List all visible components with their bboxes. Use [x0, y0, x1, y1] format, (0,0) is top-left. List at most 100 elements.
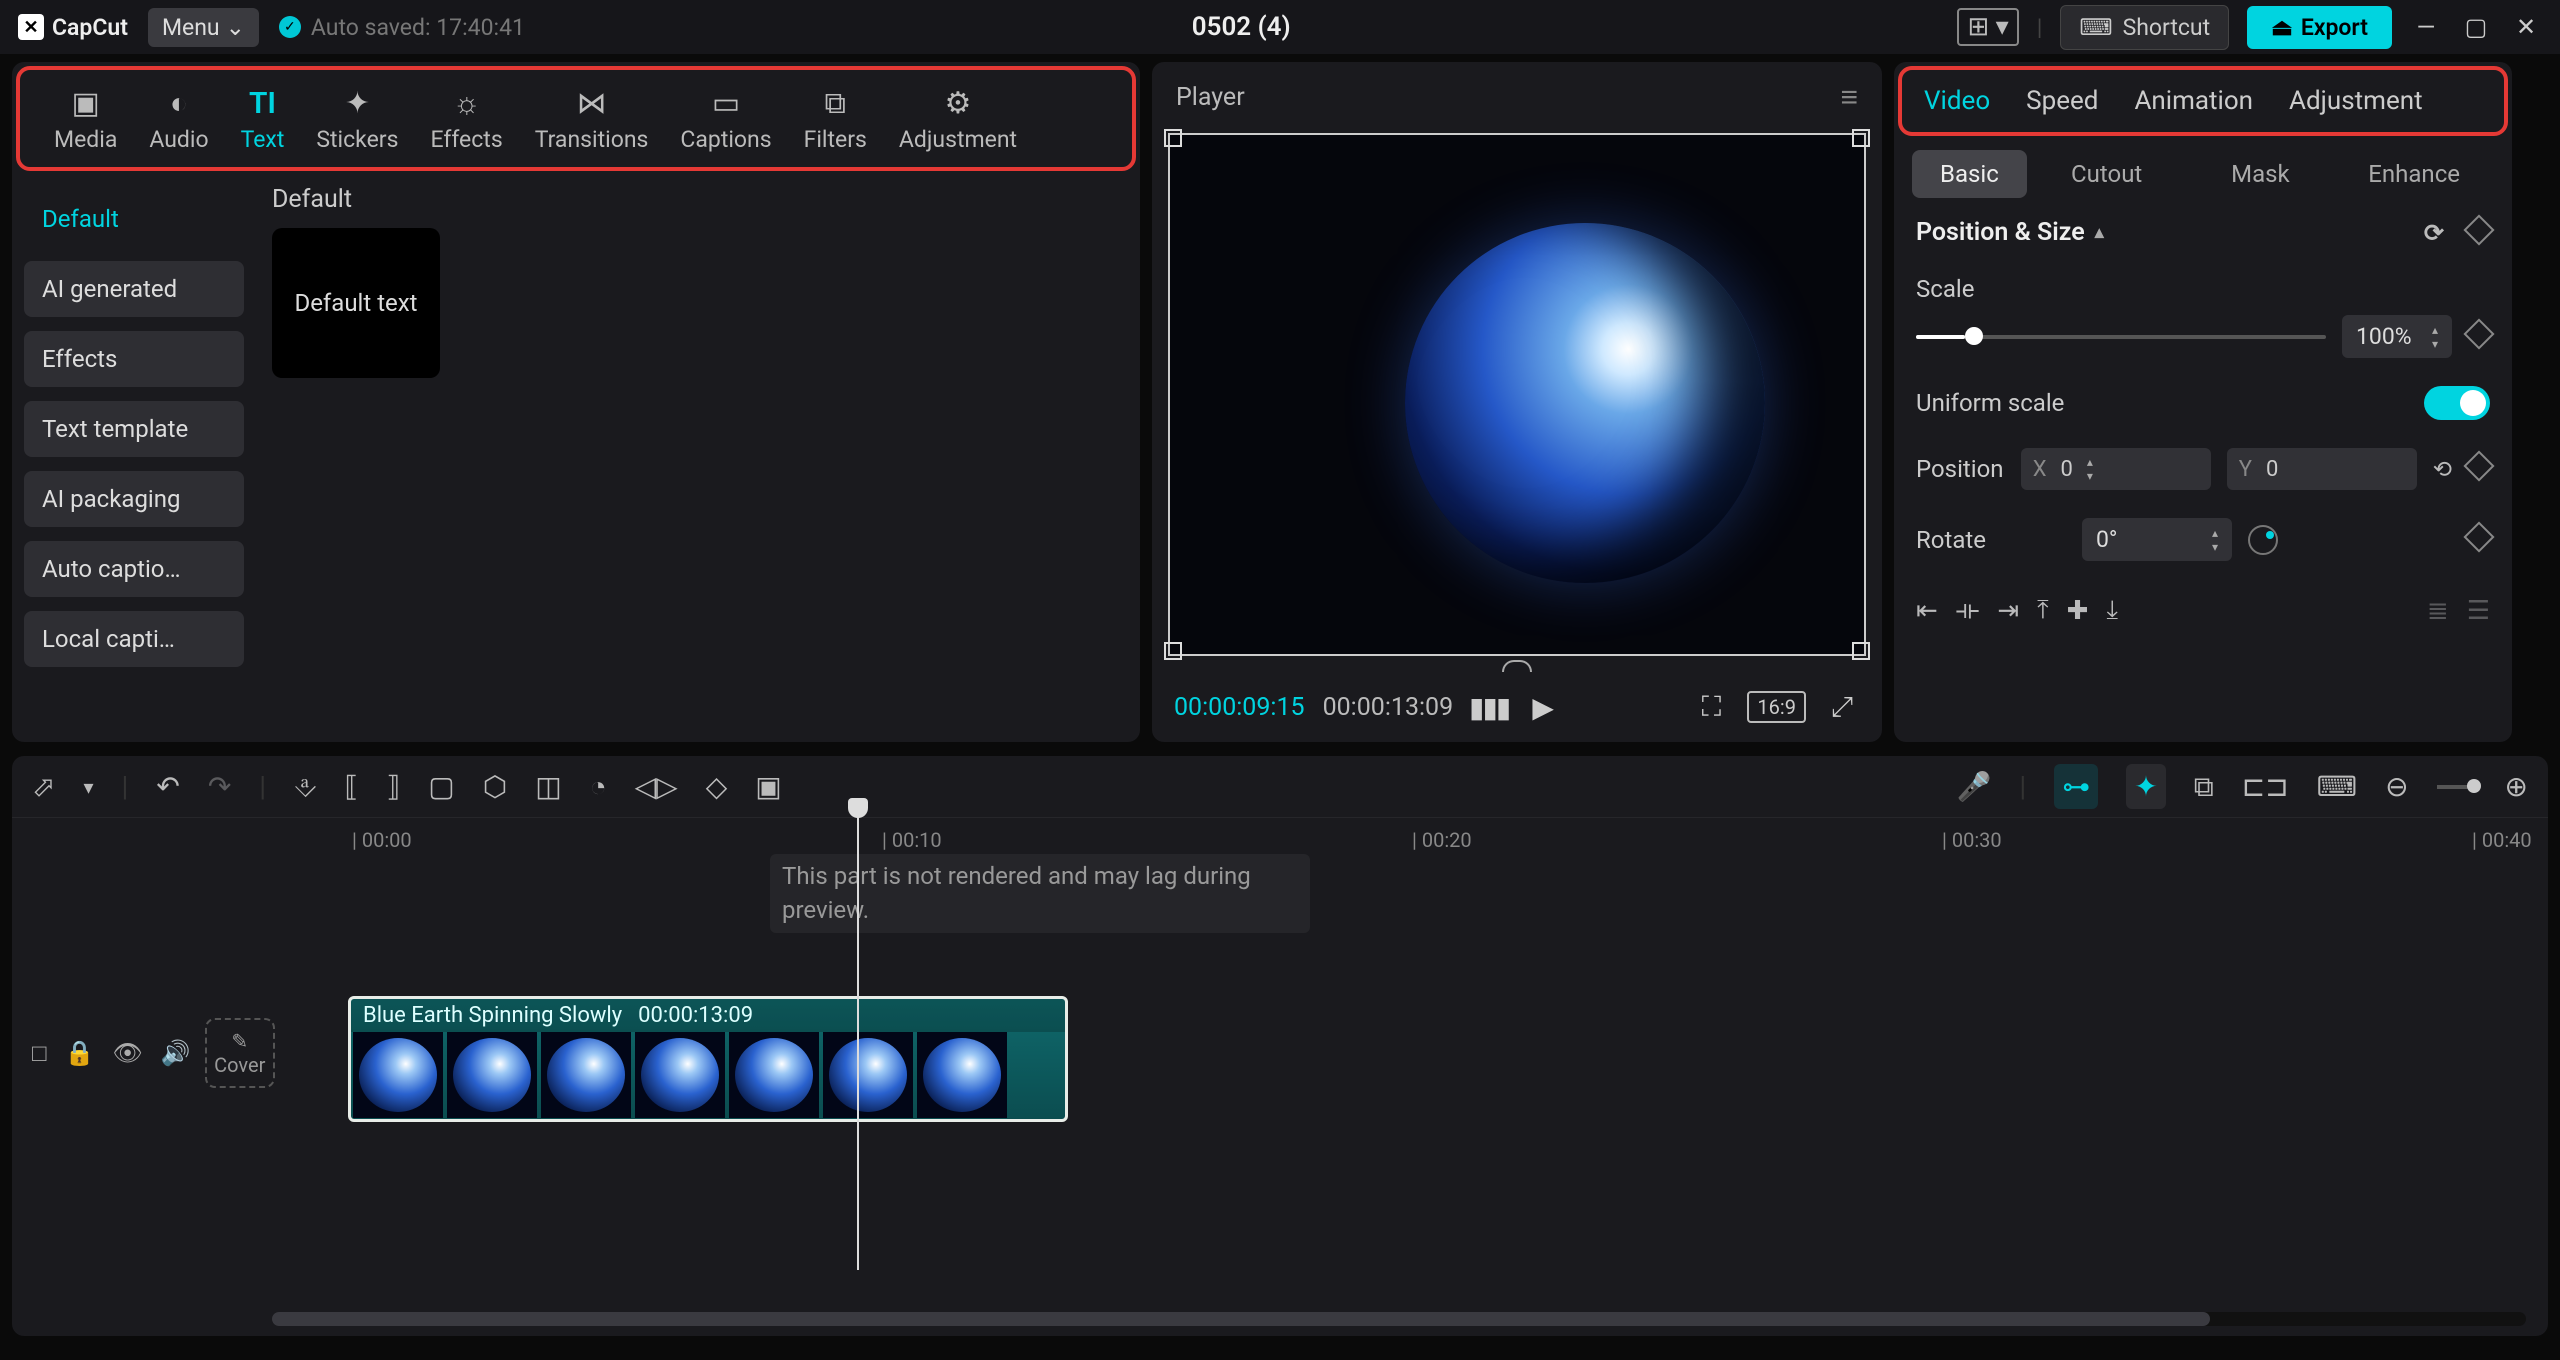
side-item-ai-packaging[interactable]: AI packaging: [24, 471, 244, 527]
link-icon[interactable]: ⧉: [2194, 770, 2214, 804]
scale-slider[interactable]: [1916, 335, 2326, 339]
position-x-input[interactable]: X 0 ▴▾: [2021, 448, 2211, 490]
selection-handle-icon[interactable]: [1164, 129, 1182, 147]
section-position-size[interactable]: Position & Size ▴ ⟳: [1916, 218, 2490, 247]
asset-default-text[interactable]: Default text: [272, 228, 440, 378]
redo-button[interactable]: ↷: [208, 770, 231, 803]
selection-handle-icon[interactable]: [1852, 642, 1870, 660]
window-minimize-button[interactable]: —: [2410, 11, 2442, 43]
side-item-ai-generated[interactable]: AI generated: [24, 261, 244, 317]
auto-snap-toggle[interactable]: ✦: [2126, 764, 2165, 809]
position-reset-icon[interactable]: ⟲: [2433, 456, 2452, 483]
side-item-local-captions[interactable]: Local capti…: [24, 611, 244, 667]
window-close-button[interactable]: ✕: [2510, 11, 2542, 43]
rotate-input[interactable]: 0° ▴▾: [2082, 518, 2232, 561]
align-center-h-icon[interactable]: ⟛: [1956, 595, 1980, 626]
align-bottom-icon[interactable]: ⤓: [2106, 595, 2118, 626]
visibility-icon[interactable]: 👁: [112, 1039, 142, 1067]
lock-track-icon[interactable]: 🔒: [65, 1039, 95, 1067]
zoom-slider[interactable]: [2437, 785, 2477, 789]
timeline-scrollbar[interactable]: [272, 1312, 2526, 1326]
tool-tab-transitions[interactable]: ⋈ Transitions: [519, 82, 665, 157]
selection-handle-icon[interactable]: [1852, 129, 1870, 147]
tool-tab-stickers[interactable]: ✦ Stickers: [300, 82, 414, 157]
mute-icon[interactable]: 🔊: [161, 1039, 191, 1067]
play-button[interactable]: ▶: [1525, 691, 1561, 724]
timeline-body[interactable]: This part is not rendered and may lag du…: [12, 858, 2548, 1336]
subtab-enhance[interactable]: Enhance: [2340, 150, 2488, 198]
mark-icon[interactable]: ⌨: [2317, 770, 2357, 803]
timeline-ruler[interactable]: | 00:00 | 00:10 | 00:20 | 00:30 | 00:40: [12, 818, 2548, 858]
layout-icon[interactable]: ⊞ ▾: [1957, 8, 2018, 46]
frame-icon[interactable]: ▣: [755, 770, 781, 803]
shortcut-button[interactable]: ⌨ Shortcut: [2060, 5, 2229, 50]
player-canvas[interactable]: [1168, 133, 1866, 656]
expand-tracks-icon[interactable]: □: [32, 1039, 47, 1068]
tool-tab-audio[interactable]: ◐ Audio: [133, 82, 224, 157]
keyframe-icon[interactable]: [2468, 323, 2490, 351]
undo-button[interactable]: ↶: [156, 770, 179, 803]
cursor-tool-icon[interactable]: ⬀: [32, 770, 55, 803]
timeline-clip[interactable]: Blue Earth Spinning Slowly 00:00:13:09: [348, 996, 1068, 1122]
prop-tab-adjustment[interactable]: Adjustment: [2289, 86, 2423, 116]
fullscreen-icon[interactable]: ⤢: [1824, 690, 1860, 724]
tool-tab-text[interactable]: TI Text: [225, 82, 301, 157]
prop-tab-animation[interactable]: Animation: [2134, 86, 2253, 116]
tool-tab-adjustment[interactable]: ⚙ Adjustment: [883, 82, 1033, 157]
side-item-auto-captions[interactable]: Auto captio…: [24, 541, 244, 597]
shield-icon[interactable]: ⬡: [483, 770, 507, 803]
preview-icon[interactable]: ⊏⊐: [2242, 770, 2289, 803]
magnetic-toggle[interactable]: ⊶: [2054, 764, 2098, 809]
keyframe-section-icon[interactable]: [2468, 219, 2490, 247]
prop-tab-speed[interactable]: Speed: [2026, 86, 2098, 116]
playhead[interactable]: [857, 810, 859, 1270]
scale-value[interactable]: 100% ▴▾: [2342, 315, 2452, 358]
stepper-icon[interactable]: ▴▾: [2212, 527, 2218, 553]
align-left-icon[interactable]: ⇤: [1916, 596, 1938, 626]
mirror-icon[interactable]: ◁▷: [635, 770, 678, 803]
crop-icon[interactable]: ◫: [535, 770, 561, 803]
prop-tab-video[interactable]: Video: [1924, 86, 1990, 116]
subtab-basic[interactable]: Basic: [1912, 150, 2027, 198]
zoom-out-icon[interactable]: ⊖: [2385, 770, 2408, 803]
tool-tab-media[interactable]: ▣ Media: [38, 82, 133, 157]
keyframe-icon[interactable]: [2468, 455, 2490, 483]
aspect-ratio[interactable]: 16:9: [1747, 691, 1806, 723]
chevron-down-icon[interactable]: ▾: [83, 775, 93, 799]
align-center-v-icon[interactable]: ✚: [2067, 596, 2089, 626]
keyframe-icon[interactable]: [2468, 526, 2490, 554]
rotate-dial-icon[interactable]: [2248, 525, 2278, 555]
subtab-mask[interactable]: Mask: [2187, 150, 2335, 198]
quality-icon[interactable]: ▮▮▮: [1471, 691, 1507, 724]
rotate-icon[interactable]: ◇: [706, 770, 728, 803]
align-top-icon[interactable]: ⤒: [2037, 595, 2049, 626]
menu-button[interactable]: Menu ⌄: [148, 8, 259, 47]
split-icon[interactable]: ⎀: [294, 770, 316, 804]
align-right-icon[interactable]: ⇥: [1997, 596, 2019, 626]
tool-tab-captions[interactable]: ▭ Captions: [664, 82, 787, 157]
uniform-scale-toggle[interactable]: [2424, 386, 2490, 420]
trim-right-icon[interactable]: ⟧: [386, 770, 400, 803]
position-y-input[interactable]: Y 0 ▴▾: [2227, 448, 2417, 490]
trim-left-icon[interactable]: ⟦: [345, 770, 359, 803]
speed-icon[interactable]: ◔: [590, 770, 607, 803]
zoom-in-icon[interactable]: ⊕: [2505, 770, 2528, 803]
stepper-icon[interactable]: ▴▾: [2087, 456, 2093, 482]
player-menu-icon[interactable]: ≡: [1840, 80, 1858, 115]
stepper-icon[interactable]: ▴▾: [2432, 324, 2438, 350]
tool-tab-filters[interactable]: ⧉ Filters: [788, 82, 883, 157]
cover-button[interactable]: ✎ Cover: [205, 1018, 275, 1088]
player-panel-drag[interactable]: [1152, 656, 1882, 676]
reset-icon[interactable]: ⟳: [2424, 219, 2444, 247]
playhead-handle-icon[interactable]: [848, 798, 868, 818]
tool-tab-effects[interactable]: ☼ Effects: [414, 82, 518, 157]
subtab-cutout[interactable]: Cutout: [2033, 150, 2181, 198]
side-item-effects[interactable]: Effects: [24, 331, 244, 387]
export-button[interactable]: ⏏ Export: [2247, 6, 2392, 49]
delete-icon[interactable]: ▢: [428, 770, 454, 803]
side-item-default[interactable]: Default: [24, 191, 244, 247]
selection-handle-icon[interactable]: [1164, 642, 1182, 660]
window-maximize-button[interactable]: ▢: [2460, 11, 2492, 43]
focus-icon[interactable]: ⛶: [1693, 690, 1729, 724]
mic-icon[interactable]: 🎤: [1957, 770, 1992, 803]
